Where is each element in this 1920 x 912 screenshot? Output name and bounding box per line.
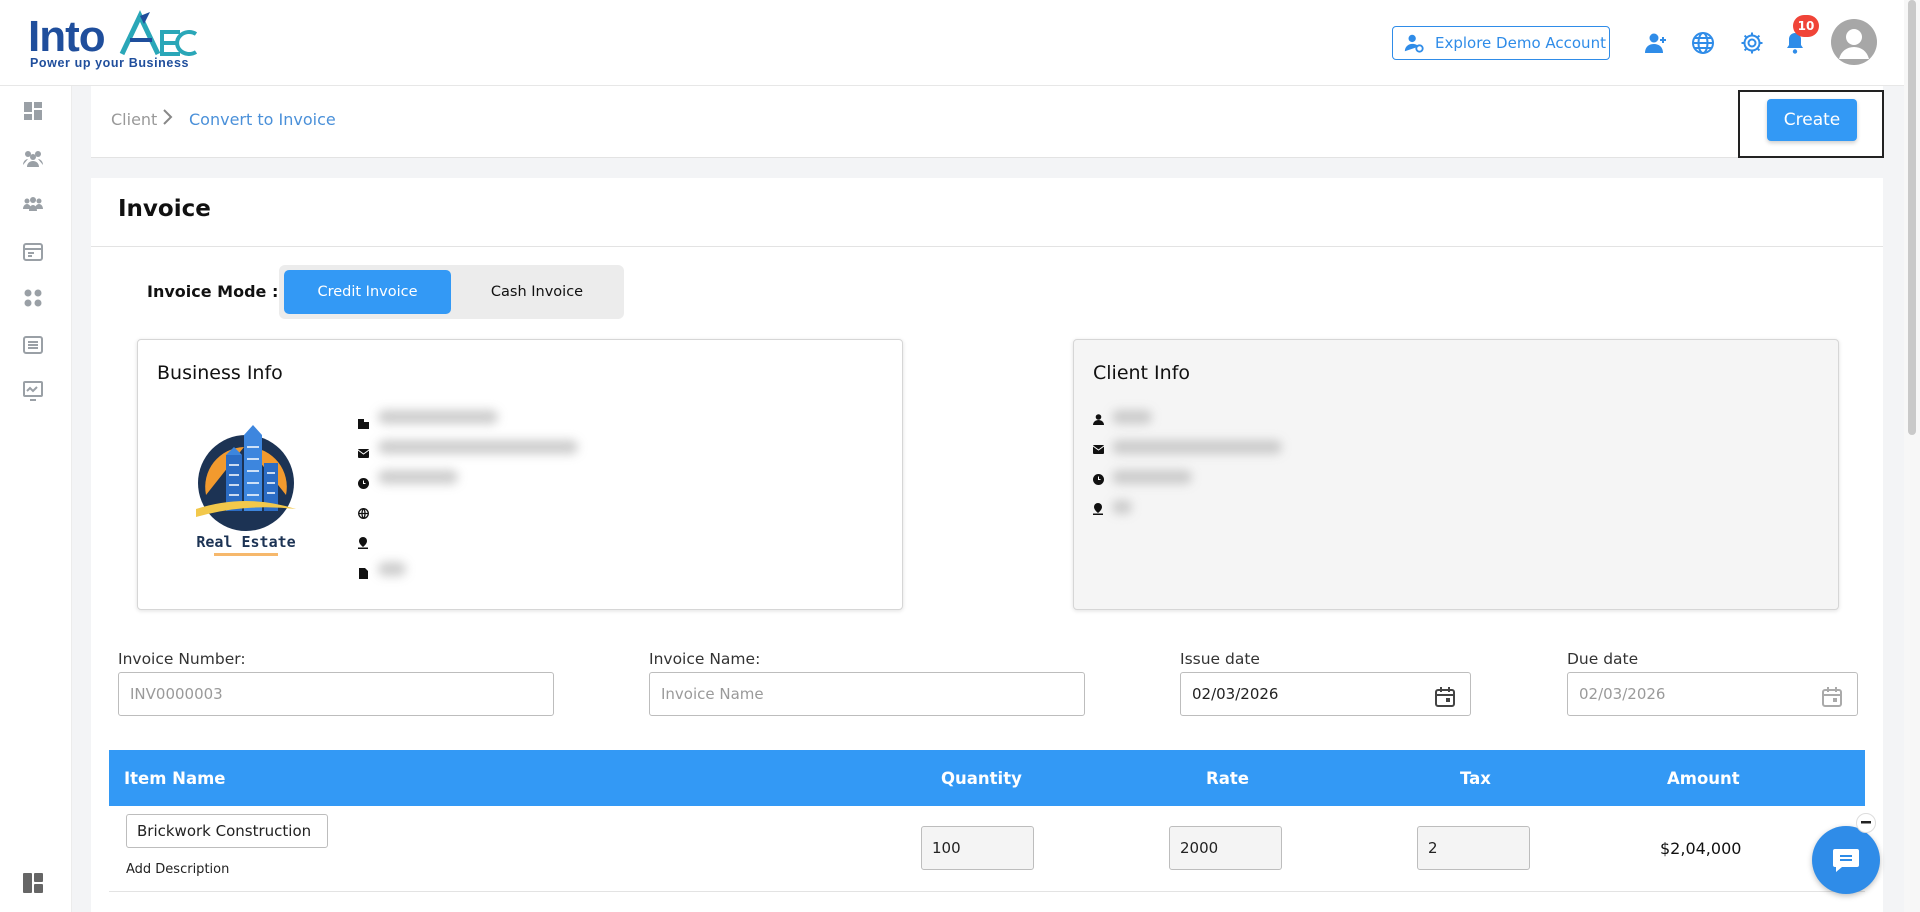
logo-tagline: Power up your Business: [30, 56, 190, 70]
redacted-client-phone: [1112, 470, 1192, 484]
due-date-label: Due date: [1567, 650, 1639, 668]
add-user-icon[interactable]: [1641, 28, 1671, 58]
billing-icon[interactable]: [20, 239, 46, 265]
col-quantity: Quantity: [941, 769, 1022, 788]
notification-badge: 10: [1793, 15, 1819, 37]
add-description-link[interactable]: Add Description: [126, 862, 229, 877]
due-date-input[interactable]: [1567, 672, 1858, 716]
clients-icon[interactable]: [20, 145, 46, 171]
user-settings-icon: [1404, 34, 1424, 53]
quantity-input[interactable]: [921, 826, 1034, 870]
tax-input[interactable]: [1417, 826, 1530, 870]
gear-icon[interactable]: [1737, 28, 1767, 58]
client-email-icon: [1092, 443, 1104, 455]
col-amount: Amount: [1667, 769, 1740, 788]
col-item-name: Item Name: [124, 769, 226, 788]
invoice-name-input[interactable]: [649, 672, 1085, 716]
modules-icon[interactable]: [20, 285, 46, 311]
invoice-mode-toggle: Credit Invoice Cash Invoice: [279, 265, 624, 319]
invoice-number-input[interactable]: [118, 672, 554, 716]
app-logo[interactable]: Into Power up your Business: [28, 8, 200, 72]
person-icon: [1092, 413, 1104, 425]
breadcrumb-current: Convert to Invoice: [189, 110, 336, 129]
breadcrumb-bar: Client Convert to Invoice: [91, 86, 1883, 158]
item-name-input[interactable]: [126, 814, 328, 848]
invoice-mode-label: Invoice Mode :: [147, 282, 279, 301]
chat-minimize-icon[interactable]: [1856, 813, 1876, 833]
redacted-business-name: [378, 410, 498, 424]
business-logo: Real Estate: [156, 403, 336, 583]
redacted-business-phone: [378, 470, 458, 484]
chat-icon: [1833, 849, 1859, 872]
redacted-business-tax: [378, 562, 406, 576]
invoice-number-label: Invoice Number:: [118, 650, 246, 668]
col-rate: Rate: [1206, 769, 1249, 788]
chat-widget-button[interactable]: [1812, 826, 1880, 894]
invoice-card: Invoice Invoice Mode : Credit Invoice Ca…: [91, 178, 1883, 912]
email-icon: [357, 447, 369, 459]
redacted-client-name: [1112, 410, 1152, 424]
breadcrumb-client[interactable]: Client: [111, 110, 157, 129]
explore-demo-button[interactable]: Explore Demo Account: [1392, 26, 1610, 60]
dashboard-icon[interactable]: [20, 98, 46, 124]
top-bar: Into Power up your Business Explore Demo…: [0, 0, 1920, 86]
create-button[interactable]: Create: [1767, 99, 1857, 141]
reports-icon[interactable]: [20, 378, 46, 404]
building-icon: [357, 417, 369, 429]
business-info-panel: Business Info Real Estate: [137, 339, 903, 610]
due-calendar-icon[interactable]: [1821, 686, 1843, 708]
invoice-name-label: Invoice Name:: [649, 650, 761, 668]
explore-demo-label: Explore Demo Account: [1435, 34, 1606, 52]
logo-aec-mark: [119, 10, 198, 56]
page-scrollbar[interactable]: [1904, 0, 1920, 912]
website-icon: [357, 507, 369, 519]
redacted-client-email: [1112, 440, 1282, 454]
issue-date-input[interactable]: [1180, 672, 1471, 716]
phone-icon: [357, 477, 369, 489]
client-location-icon: [1092, 503, 1104, 515]
issue-date-label: Issue date: [1180, 650, 1260, 668]
list-icon[interactable]: [20, 332, 46, 358]
user-avatar[interactable]: [1831, 19, 1877, 65]
table-row: Add Description $2,04,000: [109, 806, 1865, 892]
page-title: Invoice: [118, 196, 211, 222]
cash-invoice-button[interactable]: Cash Invoice: [455, 270, 619, 314]
document-icon: [357, 567, 369, 579]
business-info-title: Business Info: [157, 362, 283, 384]
team-icon[interactable]: [20, 193, 46, 219]
redacted-business-email: [378, 440, 578, 454]
sidebar: [0, 86, 72, 912]
row-amount: $2,04,000: [1660, 839, 1742, 858]
client-phone-icon: [1092, 473, 1104, 485]
credit-invoice-button[interactable]: Credit Invoice: [284, 270, 451, 314]
redacted-client-address: [1112, 500, 1132, 514]
location-icon: [357, 537, 369, 549]
items-table-header: Item Name Quantity Rate Tax Amount: [109, 750, 1865, 806]
client-info-title: Client Info: [1093, 362, 1191, 384]
client-info-panel: Client Info: [1073, 339, 1839, 610]
col-tax: Tax: [1460, 769, 1491, 788]
real-estate-logo-image: Real Estate: [196, 425, 296, 556]
globe-icon[interactable]: [1688, 28, 1718, 58]
logo-wordmark: Into: [28, 12, 106, 61]
logo-text-real-estate: Real Estate: [196, 533, 295, 551]
chevron-right-icon: [161, 108, 175, 130]
calendar-icon[interactable]: [1434, 686, 1456, 708]
title-divider: [91, 246, 1883, 247]
rate-input[interactable]: [1169, 826, 1282, 870]
collapse-sidebar-icon[interactable]: [20, 870, 46, 896]
scrollbar-thumb[interactable]: [1908, 0, 1916, 435]
